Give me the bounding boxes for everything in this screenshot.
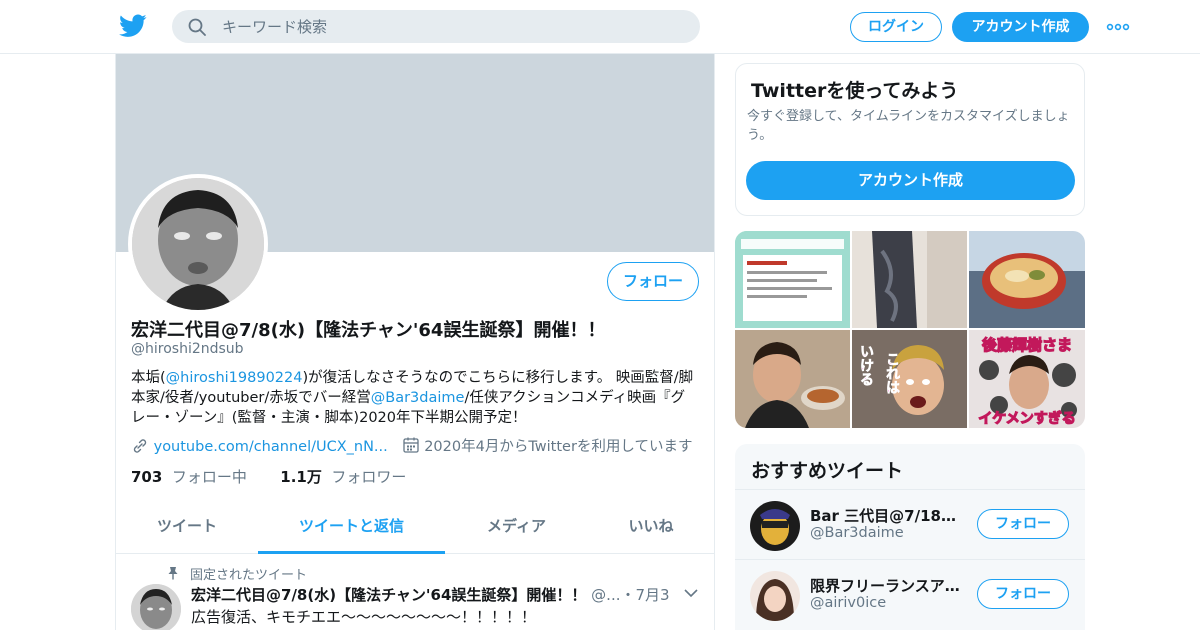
tweet-header: 宏洋二代目@7/8(水)【隆法チャン'64誤生誕祭】開催！！ @...・7月3日 — [191, 584, 671, 605]
followers-count: 1.1万 — [280, 468, 322, 486]
recommended-avatar[interactable] — [750, 571, 800, 621]
more-options-icon[interactable] — [1106, 18, 1130, 36]
pin-icon — [168, 567, 178, 580]
twitter-bird-logo-icon[interactable] — [119, 13, 147, 39]
media-thumbnail[interactable] — [735, 330, 850, 428]
chevron-down-icon[interactable] — [684, 588, 698, 598]
recommended-handle: @airiv0ice — [810, 595, 887, 611]
recommended-name[interactable]: Bar 三代目@7/18出… — [810, 505, 960, 526]
profile-bio: 本垢(@hiroshi19890224)が復活しなさそうなのでこちらに移行します… — [131, 368, 699, 428]
signup-button[interactable]: アカウント作成 — [952, 12, 1089, 42]
profile-handle: @hiroshi2ndsub — [131, 341, 244, 357]
pinned-label: 固定されたツイート — [190, 568, 308, 583]
signup-card-description: 今すぐ登録して、タイムラインをカスタマイズしましょう。 — [747, 109, 1070, 143]
profile-stats: 703 フォロー中 1.1万 フォロワー — [131, 466, 406, 487]
tweet-author-avatar[interactable] — [131, 584, 181, 630]
recommended-follow-button[interactable]: フォロー — [977, 509, 1069, 539]
followers-stat[interactable]: 1.1万 フォロワー — [280, 468, 406, 486]
recommended-avatar[interactable] — [750, 501, 800, 551]
tab-likes[interactable]: いいね — [588, 504, 714, 554]
following-stat[interactable]: 703 フォロー中 — [131, 468, 247, 486]
profile-joined-date: 2020年4月からTwitterを利用しています — [424, 439, 693, 455]
profile-meta: youtube.com/channel/UCX_nN... 2020年4月からT… — [131, 435, 693, 456]
media-thumbnail[interactable] — [852, 231, 967, 328]
bio-mention-link[interactable]: @hiroshi19890224 — [166, 370, 303, 386]
signup-card-title: Twitterを使ってみよう — [751, 80, 959, 102]
profile-name: 宏洋二代目@7/8(水)【隆法チャン'64誤生誕祭】開催！！ — [131, 320, 606, 341]
recommended-handle: @Bar3daime — [810, 525, 904, 541]
profile-column: フォロー 宏洋二代目@7/8(水)【隆法チャン'64誤生誕祭】開催！！ @hir… — [115, 54, 715, 630]
bio-mention-link[interactable]: @Bar3daime — [371, 390, 465, 406]
recommended-name[interactable]: 限界フリーランスア… — [810, 575, 960, 596]
media-thumbnail[interactable]: これは いける — [852, 330, 967, 428]
bio-text: 本垢( — [131, 370, 166, 386]
recommended-title: おすすめツイート — [751, 460, 904, 482]
media-overlay-text: これは — [884, 352, 900, 394]
media-overlay-text: 後藤輝樹さま — [981, 336, 1072, 354]
signup-card: Twitterを使ってみよう 今すぐ登録して、タイムラインをカスタマイズしましょ… — [735, 63, 1085, 216]
tweet-text: 広告復活、キモチエエ〜〜〜〜〜〜〜〜！！！！！ — [191, 608, 537, 626]
media-overlay-text: イケメンすぎる — [978, 410, 1076, 427]
media-grid: これは いける 後藤輝樹さま イケメンすぎる — [735, 231, 1085, 428]
search-icon — [188, 18, 206, 36]
search-input[interactable] — [222, 10, 682, 43]
tab-media[interactable]: メディア — [445, 504, 588, 554]
recommended-account-row[interactable]: 限界フリーランスア… @airiv0ice フォロー — [735, 559, 1085, 629]
profile-tabs: ツイート ツイートと返信 メディア いいね — [116, 504, 714, 554]
media-thumbnail[interactable]: 後藤輝樹さま イケメンすぎる — [969, 330, 1085, 428]
tab-tweets[interactable]: ツイート — [116, 504, 258, 554]
media-thumbnail[interactable] — [735, 231, 850, 328]
calendar-icon — [402, 437, 419, 453]
login-button[interactable]: ログイン — [850, 12, 942, 42]
followers-label: フォロワー — [331, 468, 407, 486]
following-count: 703 — [131, 468, 163, 486]
profile-url-link[interactable]: youtube.com/channel/UCX_nN... — [154, 439, 388, 455]
signup-card-button[interactable]: アカウント作成 — [746, 161, 1075, 200]
recommended-tweets-panel: おすすめツイート Bar 三代目@7/18出… @Bar3daime フォロー … — [735, 444, 1085, 630]
recommended-follow-button[interactable]: フォロー — [977, 579, 1069, 609]
pinned-tweet[interactable]: 固定されたツイート 宏洋二代目@7/8(水)【隆法チャン'64誤生誕祭】開催！！… — [116, 554, 714, 630]
tweet-meta: @...・7月3日 — [591, 586, 671, 604]
top-navigation-bar: ログイン アカウント作成 — [0, 0, 1200, 54]
tweet-author-name[interactable]: 宏洋二代目@7/8(水)【隆法チャン'64誤生誕祭】開催！！ — [191, 586, 586, 604]
recommended-account-row[interactable]: Bar 三代目@7/18出… @Bar3daime フォロー — [735, 489, 1085, 559]
follow-button[interactable]: フォロー — [607, 262, 699, 301]
profile-avatar[interactable] — [128, 174, 268, 314]
tab-tweets-and-replies[interactable]: ツイートと返信 — [258, 504, 445, 554]
media-overlay-text: いける — [858, 344, 874, 386]
search-bar — [172, 10, 700, 43]
media-thumbnail[interactable] — [969, 231, 1085, 328]
link-icon — [133, 439, 147, 453]
following-label: フォロー中 — [171, 468, 247, 486]
